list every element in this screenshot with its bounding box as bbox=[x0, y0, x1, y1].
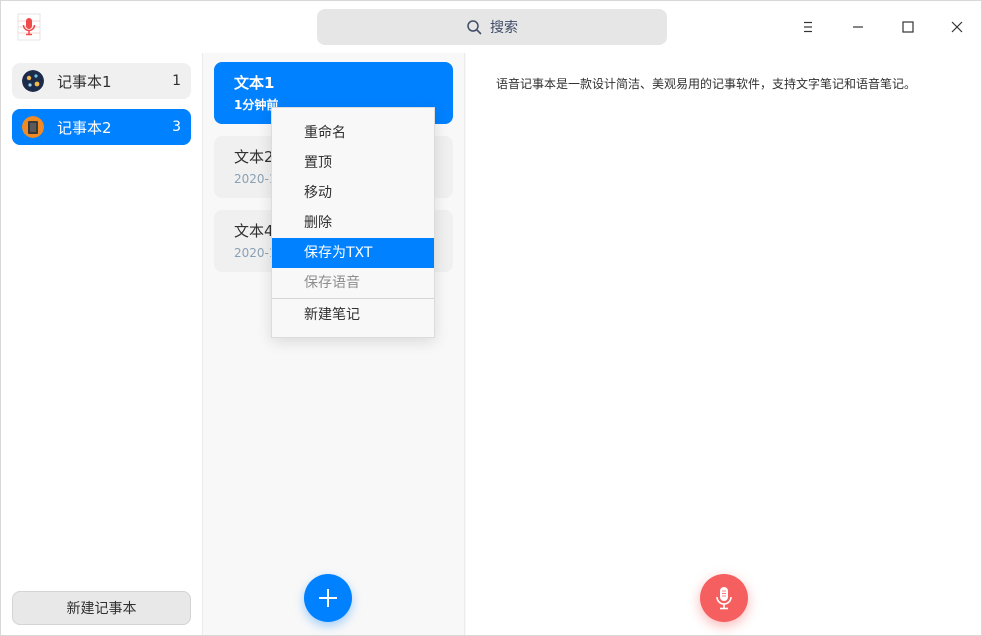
microphone-icon bbox=[716, 587, 732, 610]
notebook-count: 3 bbox=[172, 119, 181, 135]
notebook-count: 1 bbox=[172, 73, 181, 89]
note-title: 文本1 bbox=[234, 74, 275, 92]
notebook-label: 记事本2 bbox=[57, 118, 112, 137]
search-icon bbox=[467, 20, 482, 35]
notebook-sidebar: 记事本1 1 记事本2 3 新建记事本 bbox=[1, 53, 203, 635]
menu-item-new-note[interactable]: 新建笔记 bbox=[272, 300, 434, 330]
close-button[interactable] bbox=[943, 13, 971, 41]
menu-icon bbox=[804, 21, 812, 33]
note-editor[interactable]: 语音记事本是一款设计简洁、美观易用的记事软件，支持文字笔记和语音笔记。 bbox=[466, 53, 981, 635]
notebook-avatar bbox=[22, 70, 44, 92]
titlebar: 搜索 bbox=[1, 1, 981, 53]
minimize-button[interactable] bbox=[844, 13, 872, 41]
close-icon bbox=[951, 21, 963, 33]
maximize-icon bbox=[902, 21, 914, 33]
notebook-label: 记事本1 bbox=[57, 72, 112, 91]
context-menu: 重命名 置顶 移动 删除 保存为TXT 保存语音 新建笔记 bbox=[271, 107, 435, 338]
notebook-avatar bbox=[22, 116, 44, 138]
new-notebook-button[interactable]: 新建记事本 bbox=[12, 591, 191, 625]
add-note-button[interactable] bbox=[304, 574, 352, 622]
app-window: 搜索 记事本1 1 记事本2 3 新建记事本 文本1 1分钟前 文本2 2020… bbox=[0, 0, 982, 636]
menu-item-delete[interactable]: 删除 bbox=[272, 208, 434, 238]
menu-separator bbox=[272, 298, 434, 299]
menu-item-save-voice: 保存语音 bbox=[304, 275, 360, 291]
menu-item-rename[interactable]: 重命名 bbox=[272, 118, 434, 148]
main-menu-button[interactable] bbox=[794, 13, 822, 41]
minimize-icon bbox=[853, 26, 863, 28]
notebook-item-1[interactable]: 记事本1 1 bbox=[12, 63, 191, 99]
search-input[interactable]: 搜索 bbox=[317, 9, 667, 45]
maximize-button[interactable] bbox=[894, 13, 922, 41]
menu-item-save-txt[interactable]: 保存为TXT bbox=[272, 238, 434, 268]
menu-item-move[interactable]: 移动 bbox=[272, 178, 434, 208]
search-placeholder: 搜索 bbox=[490, 20, 518, 36]
plus-icon bbox=[319, 589, 337, 607]
app-logo-icon bbox=[17, 13, 41, 41]
note-content[interactable]: 语音记事本是一款设计简洁、美观易用的记事软件，支持文字笔记和语音笔记。 bbox=[496, 75, 916, 92]
menu-item-pin[interactable]: 置顶 bbox=[272, 148, 434, 178]
record-voice-button[interactable] bbox=[700, 574, 748, 622]
notebook-item-2[interactable]: 记事本2 3 bbox=[12, 109, 191, 145]
